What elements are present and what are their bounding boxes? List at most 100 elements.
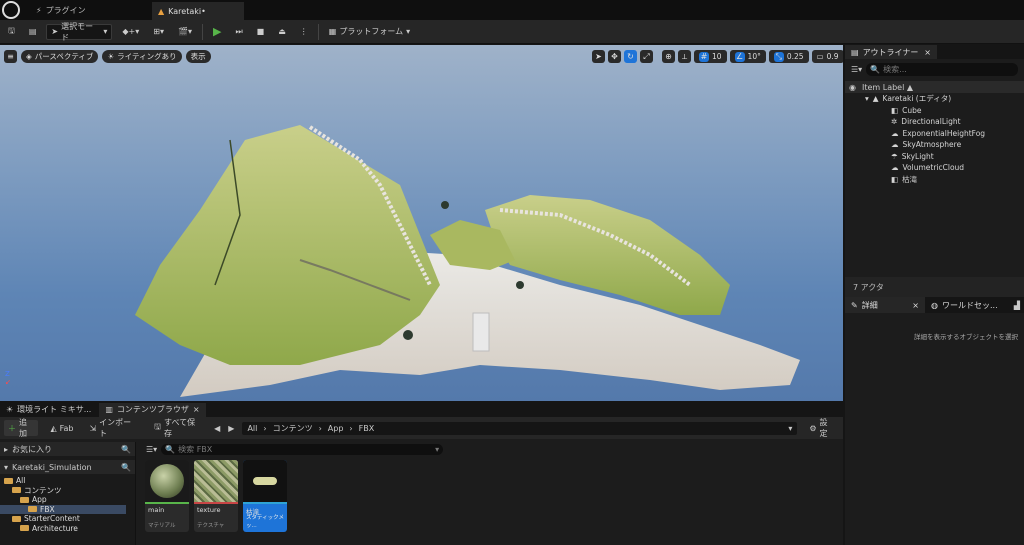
add-actor-icon[interactable]: ◆+▾ <box>118 24 143 40</box>
asset-tile-texture[interactable]: texture テクスチャ <box>194 460 238 532</box>
content-browser-area: ☀ 環境ライト ミキサ... ▥ コンテンツブラウザ × ＋ 追加 ◭ Fab … <box>0 402 843 545</box>
rotation-snap-toggle[interactable]: ∠ 10° <box>729 50 766 63</box>
rotate-tool-icon[interactable]: ↻ <box>624 50 637 63</box>
show-button[interactable]: 表示 <box>185 50 211 63</box>
breadcrumb-separator: › <box>263 423 267 433</box>
back-icon[interactable]: ◀ <box>214 424 220 433</box>
scale-snap-toggle[interactable]: ⤡ 0.25 <box>768 50 809 63</box>
details-tabbar: ✎ 詳細 × ◍ ワールドセッ... ▟ <box>845 297 1024 313</box>
unreal-logo-icon[interactable] <box>2 1 20 19</box>
content-browser-tab[interactable]: ▥ コンテンツブラウザ × <box>99 402 206 417</box>
content-icon[interactable]: ▤ <box>25 24 41 40</box>
project-header[interactable]: ▾ Karetaki_Simulation 🔍 <box>0 460 135 474</box>
world-space-icon[interactable]: ⊕ <box>662 50 675 63</box>
perspective-button[interactable]: ◈ パースペクティブ <box>21 50 99 63</box>
cube-icon: ◈ <box>26 52 32 61</box>
outliner-item-volumetriccloud[interactable]: ☁ VolumetricCloud <box>845 162 1024 174</box>
terrain-scene <box>135 125 800 397</box>
folder-icon <box>12 487 21 494</box>
save-icon[interactable]: 🖫 <box>4 24 19 40</box>
tree-startercontent[interactable]: StarterContent <box>0 514 135 524</box>
play-icon[interactable]: ▶ <box>209 24 225 40</box>
fab-button[interactable]: ◭ Fab <box>46 420 77 436</box>
x-axis-icon: ↙ <box>5 378 11 386</box>
more-options-icon[interactable]: ⋮ <box>296 24 312 40</box>
folder-tree-panel: ▸ お気に入り 🔍 ▾ Karetaki_Simulation 🔍 All コン… <box>0 442 136 545</box>
tree-content[interactable]: コンテンツ <box>0 486 135 496</box>
add-button[interactable]: ＋ 追加 <box>4 418 39 438</box>
close-icon[interactable]: × <box>912 301 919 310</box>
toolbar-divider <box>317 23 319 40</box>
outliner-item-cube[interactable]: ◧ Cube <box>845 105 1024 117</box>
globe-icon: ◍ <box>931 300 938 310</box>
move-tool-icon[interactable]: ✥ <box>608 50 621 63</box>
outliner-item-karetaki[interactable]: ◧ 枯滝 <box>845 174 1024 186</box>
settings-button[interactable]: ⚙ 設定 <box>805 418 839 438</box>
asset-name: texture <box>197 506 221 514</box>
outliner-tab[interactable]: ▤ アウトライナー × <box>845 45 937 59</box>
filter-icon[interactable]: ☰▾ <box>851 65 862 74</box>
level-viewport[interactable]: ≡ ◈ パースペクティブ ☀ ライティングあり 表示 ➤ ✥ ↻ ⤢ ⊕ ⟂ #… <box>0 45 843 401</box>
plugins-tab[interactable]: ⚡ プラグイン <box>36 4 86 16</box>
angle-icon: ∠ <box>734 51 745 62</box>
breadcrumb-all[interactable]: All <box>247 424 257 433</box>
plug-icon: ⚡ <box>36 5 42 15</box>
viewport-right-controls: ➤ ✥ ↻ ⤢ ⊕ ⟂ # 10 ∠ 10° ⤡ 0.25 ▭ 0.9 ⊞ <box>592 50 843 63</box>
static-mesh-thumbnail <box>243 460 287 502</box>
expand-arrow-icon: ▾ <box>4 462 9 472</box>
asset-search-input[interactable]: 🔍 検索 FBX ▾ <box>161 443 444 455</box>
grid-snap-toggle[interactable]: # 10 <box>694 50 727 63</box>
search-icon[interactable]: 🔍 <box>121 445 131 454</box>
outliner-item-skylight[interactable]: ☂ SkyLight <box>845 151 1024 163</box>
breadcrumb-app[interactable]: App <box>328 424 344 433</box>
surface-snap-icon[interactable]: ⟂ <box>678 50 691 63</box>
select-mode-dropdown[interactable]: ➤ 選択モード ▾ <box>46 22 113 42</box>
tree-app[interactable]: App <box>0 495 135 505</box>
search-icon[interactable]: 🔍 <box>121 463 131 472</box>
details-empty-message: 詳細を表示するオブジェクトを選択 <box>914 333 1018 341</box>
outliner-header[interactable]: ◉ Item Label ▲ <box>845 81 1024 93</box>
texture-thumbnail <box>194 460 238 502</box>
env-light-mixer-tab[interactable]: ☀ 環境ライト ミキサ... <box>0 403 97 417</box>
outliner-root-row[interactable]: ▾ ▲ Karetaki (エディタ) <box>845 93 1024 105</box>
asset-tile-main[interactable]: main マテリアル <box>145 460 189 532</box>
breadcrumb-content[interactable]: コンテンツ <box>273 423 313 434</box>
hamburger-menu-icon[interactable]: ≡ <box>4 50 17 63</box>
camera-speed-button[interactable]: ▭ 0.9 <box>811 50 843 63</box>
breadcrumb-fbx[interactable]: FBX <box>359 424 375 433</box>
tree-fbx[interactable]: FBX <box>0 504 126 514</box>
platform-dropdown[interactable]: ▦ プラットフォーム ▾ <box>325 24 414 40</box>
world-settings-tab[interactable]: ◍ ワールドセッ... <box>925 297 1004 313</box>
window-icon[interactable]: ▟ <box>1014 301 1024 310</box>
level-tab[interactable]: ▲ Karetaki• <box>152 2 244 20</box>
scale-tool-icon[interactable]: ⤢ <box>640 50 653 63</box>
close-icon[interactable]: × <box>924 48 931 57</box>
path-breadcrumb[interactable]: All › コンテンツ › App › FBX ▾ <box>242 421 798 435</box>
select-tool-icon[interactable]: ➤ <box>592 50 605 63</box>
save-all-button[interactable]: 🖫 すべて保存 <box>150 418 206 438</box>
outliner-search-input[interactable]: 🔍 検索... <box>866 62 1018 76</box>
close-icon[interactable]: × <box>193 405 200 414</box>
favorites-header[interactable]: ▸ お気に入り 🔍 <box>0 442 135 456</box>
outliner-item-skyatmosphere[interactable]: ☁ SkyAtmosphere <box>845 139 1024 151</box>
light-icon: ☀ <box>6 405 14 414</box>
z-axis-icon: Z <box>5 370 10 378</box>
main-toolbar: 🖫 ▤ ➤ 選択モード ▾ ◆+▾ ⊞▾ 🎬▾ ▶ ⏭ ■ ⏏ ⋮ ▦ プラット… <box>0 20 1024 44</box>
blueprint-icon[interactable]: ⊞▾ <box>149 24 168 40</box>
tree-architecture[interactable]: Architecture <box>0 524 135 534</box>
eject-icon[interactable]: ⏏ <box>274 24 290 40</box>
step-icon[interactable]: ⏭ <box>231 24 246 40</box>
outliner-item-fog[interactable]: ☁ ExponentialHeightFog <box>845 128 1024 140</box>
filter-icon[interactable]: ☰▾ <box>146 445 157 454</box>
import-button[interactable]: ⇲ インポート <box>85 418 142 438</box>
forward-icon[interactable]: ▶ <box>228 424 234 433</box>
tree-all[interactable]: All <box>0 476 135 486</box>
cinematics-icon[interactable]: 🎬▾ <box>174 24 196 40</box>
details-tab[interactable]: ✎ 詳細 × <box>845 297 925 313</box>
asset-tile-karetaki[interactable]: 枯滝 スタティックメッ... <box>243 460 287 532</box>
lighting-button[interactable]: ☀ ライティングあり <box>102 50 182 63</box>
outliner-item-directionallight[interactable]: ✲ DirectionalLight <box>845 116 1024 128</box>
content-browser-toolbar: ＋ 追加 ◭ Fab ⇲ インポート 🖫 すべて保存 ◀ ▶ All › コンテン… <box>0 417 843 439</box>
mesh-icon: ◧ <box>891 174 899 184</box>
stop-icon[interactable]: ■ <box>253 24 269 40</box>
